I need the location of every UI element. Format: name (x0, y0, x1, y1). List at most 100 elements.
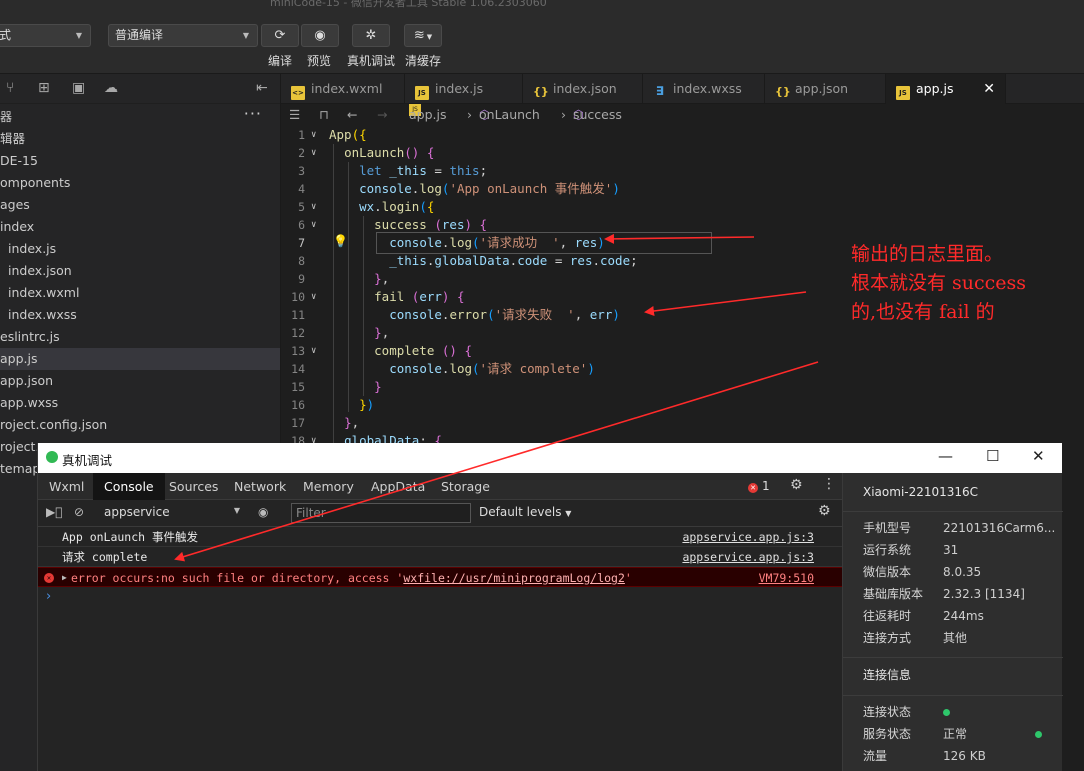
wxml-file-icon: <> (291, 86, 305, 100)
tab-console[interactable]: Console (93, 473, 165, 500)
eye-icon[interactable]: ◉ (258, 505, 268, 519)
tab-memory[interactable]: Memory (292, 473, 365, 500)
compile-button[interactable]: ⟳ (261, 24, 299, 47)
app-icon (46, 451, 58, 463)
compile-mode-select[interactable]: 普通编译 ▼ (108, 24, 258, 47)
more-vertical-icon[interactable]: ⋮ (822, 476, 836, 492)
bookmark-icon[interactable]: ⊓ (319, 104, 329, 126)
preview-button[interactable]: ◉ (301, 24, 339, 47)
devtools-tabs: Wxml Console Sources Network Memory AppD… (38, 473, 842, 500)
console-prompt[interactable]: › (46, 589, 51, 604)
file-tree-item[interactable]: eslintrc.js (0, 326, 280, 348)
git-branch-icon[interactable]: ⑂ (6, 80, 14, 96)
remote-debug-button[interactable]: ✲ (352, 24, 390, 47)
context-select[interactable]: appservice ▼ (104, 505, 240, 519)
chevron-down-icon: ▼ (242, 31, 249, 40)
file-tree-item-label: ages (0, 197, 30, 212)
device-name: Xiaomi-22101316C (863, 485, 979, 499)
fold-chevron-icon[interactable]: ∨ (311, 144, 316, 162)
error-count-badge[interactable]: ✕ 1 (748, 479, 770, 493)
gear-icon[interactable]: ⚙ (818, 503, 831, 519)
chevron-right-icon: › (467, 107, 472, 122)
file-tree-item[interactable]: index.json (0, 260, 280, 282)
file-tree-item[interactable]: app.json (0, 370, 280, 392)
back-icon[interactable]: ← (347, 104, 357, 126)
file-tree-item[interactable]: app.js (0, 348, 280, 370)
file-tree-item[interactable]: 辑器 (0, 128, 280, 150)
save-icon[interactable]: ▣ (72, 80, 85, 96)
remote-debug-window: 真机调试 — ☐ ✕ Wxml Console Sources Network … (37, 443, 1063, 771)
tab-appdata[interactable]: AppData (360, 473, 436, 500)
js-file-icon: JS (896, 86, 910, 100)
tab-network[interactable]: Network (223, 473, 297, 500)
eye-icon: ◉ (314, 28, 326, 43)
editor-tabs: <> index.wxml JS index.js {} index.json ∃ in… (281, 74, 1084, 104)
source-link[interactable]: appservice.app.js:3 (682, 547, 814, 567)
console-filter-input[interactable]: Filter (291, 503, 471, 523)
preview-label: 预览 (307, 54, 332, 68)
close-icon[interactable]: ✕ (983, 74, 995, 104)
info-row: 往返耗时 244ms (863, 609, 984, 623)
sidebar-toggle-icon[interactable]: ▶⃞ (46, 505, 62, 519)
whale-icon[interactable]: ☁ (104, 80, 118, 96)
fold-chevron-icon[interactable]: ∨ (311, 198, 316, 216)
file-tree-item[interactable]: index.wxml (0, 282, 280, 304)
log-levels-select[interactable]: Default levels ▼ (479, 505, 571, 519)
fold-chevron-icon[interactable]: ∨ (311, 288, 316, 306)
file-tree-item-label: DE-15 (0, 153, 38, 168)
chevron-down-icon: ▼ (75, 31, 82, 40)
tab-storage[interactable]: Storage (430, 473, 501, 500)
tab-index-js[interactable]: JS index.js (405, 74, 523, 104)
tab-wxml[interactable]: Wxml (38, 473, 95, 500)
minimize-icon[interactable]: — (938, 447, 953, 465)
tab-index-json[interactable]: {} index.json (523, 74, 643, 104)
clear-console-icon[interactable]: ⊘ (74, 505, 84, 519)
file-tree-item[interactable]: index (0, 216, 280, 238)
explorer-header: 器 ··· (0, 104, 262, 124)
tab-app-js[interactable]: JS app.js ✕ (886, 74, 1006, 104)
mode-select[interactable]: 式 ▼ (0, 24, 91, 47)
fold-chevron-icon[interactable]: ∨ (311, 126, 316, 144)
file-tree-item-label: eslintrc.js (0, 329, 60, 344)
fold-chevron-icon[interactable]: ∨ (311, 342, 316, 360)
gear-icon[interactable]: ⚙ (790, 477, 803, 493)
file-tree-item[interactable]: roject.config.json (0, 414, 280, 436)
top-toolbar: miniCode-15 - 微信开发者工具 Stable 1.06.230306… (0, 0, 1084, 74)
source-link[interactable]: appservice.app.js:3 (682, 527, 814, 547)
tab-app-json[interactable]: {} app.json (765, 74, 886, 104)
close-icon[interactable]: ✕ (1032, 447, 1045, 465)
extensions-icon[interactable]: ⊞ (38, 80, 50, 96)
clear-cache-label: 清缓存 (405, 54, 442, 68)
device-info-panel: Xiaomi-22101316C 手机型号 22101316Carm6... 运行… (842, 473, 1063, 771)
info-row: 流量 126 KB (863, 749, 986, 763)
tab-index-wxss[interactable]: ∃ index.wxss (643, 74, 765, 104)
outline-icon[interactable]: ☰ (289, 104, 300, 126)
source-link[interactable]: VM79:510 (759, 568, 814, 588)
divider (843, 657, 1063, 658)
file-tree-item[interactable]: ages (0, 194, 280, 216)
file-tree-item[interactable]: app.wxss (0, 392, 280, 414)
console-error-row: ✕ ▶ error occurs:no such file or directo… (38, 567, 842, 587)
breadcrumb: ☰ ⊓ ← → JS app.js › ⬡ onLaunch › ⬡ succes… (281, 104, 1084, 126)
file-tree-item[interactable]: index.wxss (0, 304, 280, 326)
fold-chevron-icon[interactable]: ∨ (311, 216, 316, 234)
maximize-icon[interactable]: ☐ (986, 447, 999, 465)
more-icon[interactable]: ··· (244, 104, 262, 123)
file-tree-item[interactable]: index.js (0, 238, 280, 260)
file-tree-item[interactable]: omponents (0, 172, 280, 194)
file-tree-item-label: temap (0, 461, 41, 476)
collapse-sidebar-icon[interactable]: ⇤ (256, 80, 268, 96)
tab-sources[interactable]: Sources (158, 473, 229, 500)
connection-section-title: 连接信息 (863, 668, 912, 682)
file-path-link[interactable]: wxfile://usr/miniprogramLog/log2 (403, 571, 625, 585)
forward-icon[interactable]: → (377, 104, 387, 126)
wxss-file-icon: ∃ (655, 84, 665, 98)
file-tree-item[interactable]: DE-15 (0, 150, 280, 172)
error-icon: ✕ (44, 573, 54, 583)
file-tree-item-label: index.js (8, 241, 57, 256)
clear-cache-button[interactable]: ≋ ▼ (404, 24, 442, 47)
tab-index-wxml[interactable]: <> index.wxml (281, 74, 405, 104)
expand-triangle-icon[interactable]: ▶ (62, 568, 67, 588)
file-tree-item-label: index.wxml (8, 285, 80, 300)
console-panel: Wxml Console Sources Network Memory AppD… (38, 473, 842, 771)
